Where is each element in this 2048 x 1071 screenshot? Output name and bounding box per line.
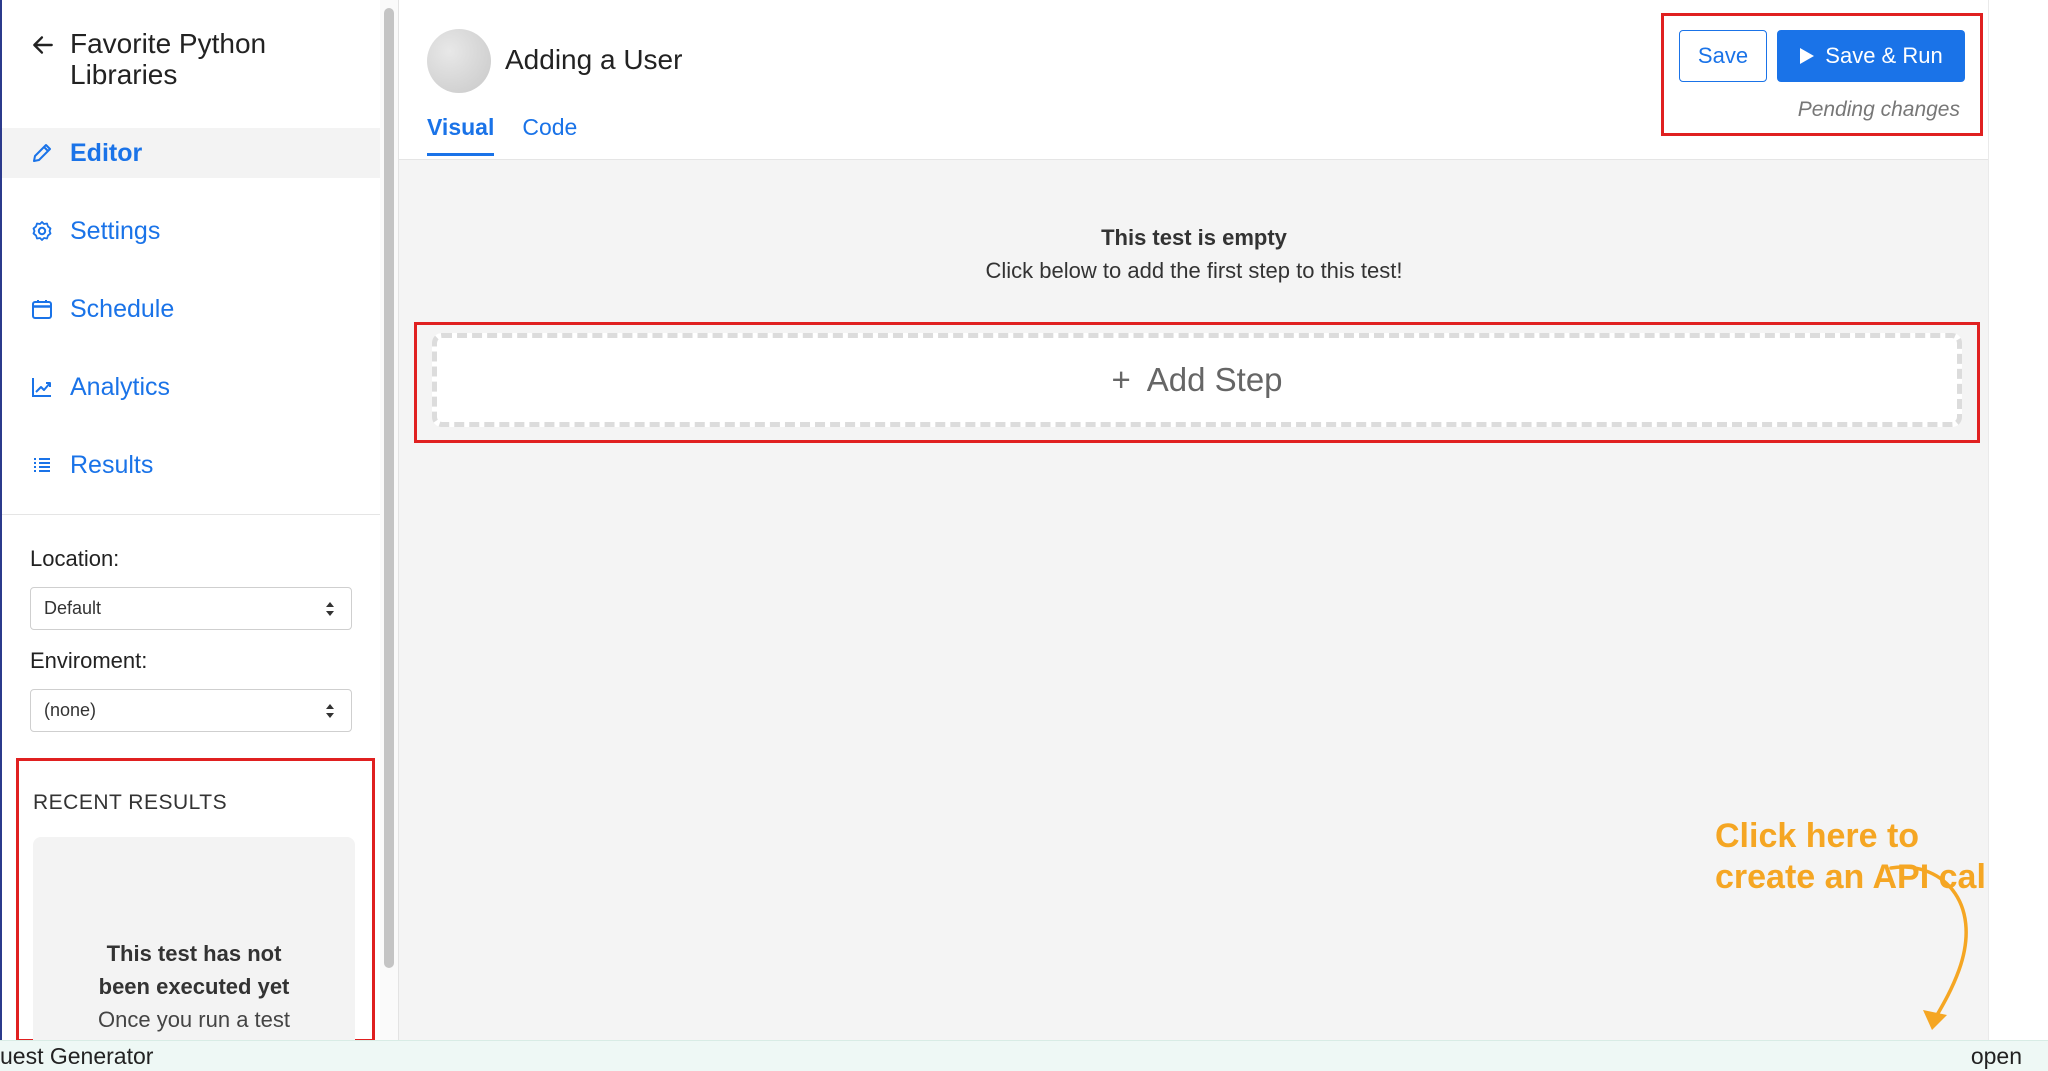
recent-results-empty-text: Once you run a test [98,1007,290,1032]
location-select[interactable]: Default [30,587,352,630]
save-and-run-button[interactable]: Save & Run [1777,30,1965,82]
main-header: Adding a User Visual Code Save Save & Ru… [399,0,1989,160]
sidebar-item-settings[interactable]: Settings [2,206,380,256]
bottom-bar[interactable]: uest Generator open [0,1040,2048,1071]
environment-select-value: (none) [44,700,97,720]
location-label: Location: [30,546,120,571]
main-panel: Adding a User Visual Code Save Save & Ru… [398,0,1995,1040]
sidebar-item-label: Analytics [70,372,171,401]
pencil-icon [33,144,51,162]
gear-icon [32,221,52,241]
sidebar: Favorite Python Libraries Editor Setting… [0,0,380,1040]
environment-select[interactable]: (none) [30,689,352,732]
location-select-value: Default [44,598,102,618]
sidebar-item-analytics[interactable]: Analytics [2,362,380,412]
save-and-run-label: Save & Run [1825,43,1943,68]
tab-visual[interactable]: Visual [427,114,495,156]
back-arrow-icon[interactable] [30,32,56,58]
list-icon [34,458,50,472]
environment-label: Enviroment: [30,648,148,673]
sidebar-item-label: Editor [70,138,143,167]
plus-icon: + [1111,361,1131,398]
bottom-bar-title: uest Generator [0,1043,154,1069]
recent-results-card: This test has not been executed yet Once… [33,837,355,1040]
bottom-bar-open[interactable]: open [1971,1043,2022,1070]
chart-icon [32,378,51,397]
play-icon [1800,48,1815,64]
recent-results-empty-title: This test has not been executed yet [98,941,290,999]
recent-results-highlight: RECENT RESULTS This test has not been ex… [16,758,375,1040]
actions-highlight: Save Save & Run Pending changes [1661,13,1983,136]
sidebar-item-results[interactable]: Results [2,440,380,490]
pending-changes-text: Pending changes [1797,98,1960,121]
right-gutter [1988,0,2048,1040]
project-title: Favorite Python Libraries [70,28,267,90]
sidebar-divider [2,514,380,515]
save-button[interactable]: Save [1679,30,1767,82]
empty-state-subtitle: Click below to add the first step to thi… [985,258,1403,283]
sidebar-item-label: Results [70,450,154,479]
test-title: Adding a User [505,44,683,75]
sidebar-item-schedule[interactable]: Schedule [2,284,380,334]
tab-code[interactable]: Code [522,114,577,156]
avatar [427,29,491,93]
sidebar-item-editor[interactable]: Editor [2,128,380,178]
select-caret-icon [326,602,334,616]
select-caret-icon [326,704,334,718]
sidebar-nav: Editor Settings Schedule Analytics Resul… [2,128,380,518]
empty-state-title: This test is empty [1101,225,1287,250]
calendar-icon [32,300,52,319]
add-step-button[interactable]: + Add Step [432,333,1962,427]
sidebar-scrollbar-thumb[interactable] [384,8,394,968]
sidebar-item-label: Settings [70,216,161,245]
add-step-label: Add Step [1146,361,1283,398]
callout-arrow-icon [1889,865,1968,1030]
editor-tabs: Visual Code [427,114,577,156]
sidebar-item-label: Schedule [70,294,175,323]
back-row[interactable]: Favorite Python Libraries [30,28,370,90]
recent-results-title: RECENT RESULTS [33,791,228,814]
add-step-highlight: + Add Step [414,322,1980,443]
